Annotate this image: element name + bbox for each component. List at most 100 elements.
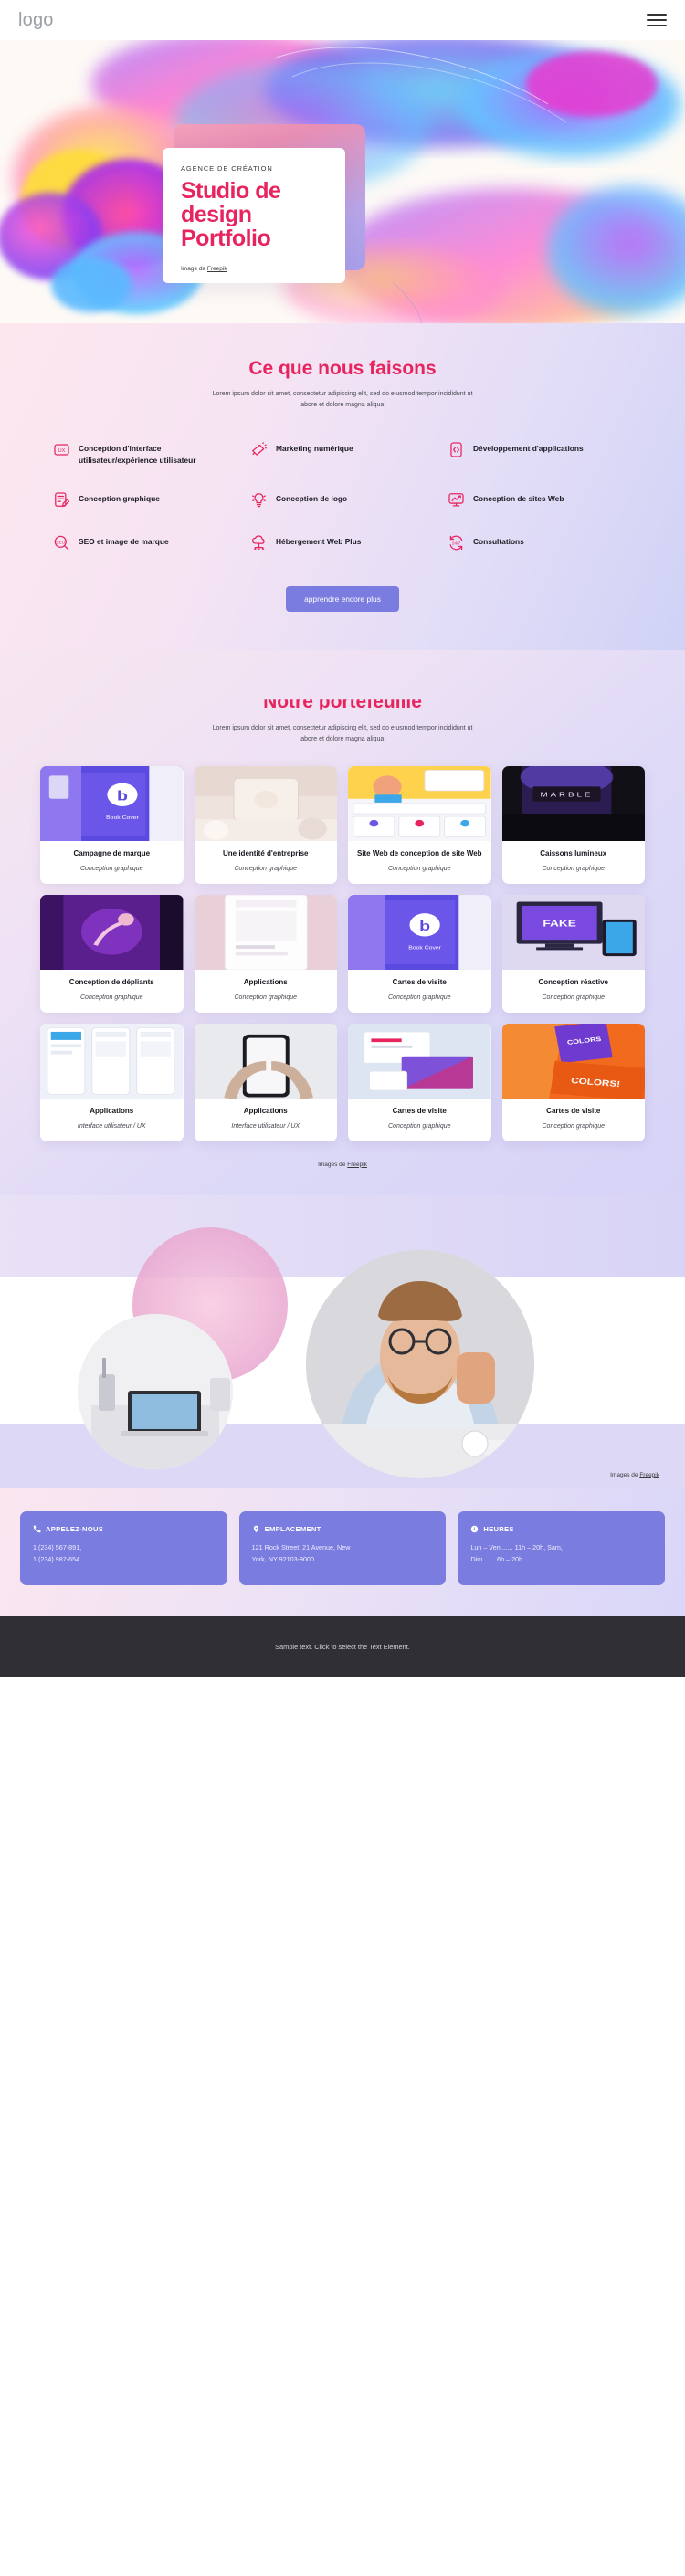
phone-icon: [33, 1525, 41, 1533]
portfolio-image-credit: Images de Freepik: [0, 1162, 685, 1168]
band-credit-prefix: Images de: [610, 1471, 640, 1478]
service-label: Marketing numérique: [276, 444, 353, 454]
portfolio-card-title: Conception réactive: [538, 978, 608, 987]
svg-text:b: b: [117, 788, 128, 804]
hamburger-menu-icon[interactable]: [647, 14, 667, 26]
contact-card-title: EMPLACEMENT: [264, 1524, 321, 1533]
service-item[interactable]: Conception de logo: [250, 491, 435, 509]
portfolio-card-body: Caissons lumineux Conception graphique: [502, 841, 646, 884]
seo-magnifier-icon: SEO: [53, 534, 70, 552]
service-item[interactable]: SEO SEO et image de marque: [53, 534, 237, 552]
clock-icon: [471, 1525, 479, 1533]
portfolio-card[interactable]: COLORS COLORS! Cartes de visite Concepti…: [501, 1024, 646, 1141]
service-item[interactable]: Conception graphique: [53, 491, 237, 509]
portfolio-card-title: Site Web de conception de site Web: [356, 849, 482, 858]
portfolio-card-category: Conception graphique: [542, 866, 606, 873]
portfolio-section: Notre portefeuille Lorem ipsum dolor sit…: [0, 650, 685, 1195]
portfolio-credit-prefix: Images de: [318, 1161, 348, 1168]
service-label: SEO et image de marque: [79, 537, 169, 547]
portfolio-card-body: Cartes de visite Conception graphique: [348, 970, 491, 1013]
portfolio-card-category: Conception graphique: [542, 1122, 606, 1130]
portfolio-thumbnail: [348, 766, 491, 842]
services-subtitle: Lorem ipsum dolor sit amet, consectetur …: [212, 391, 473, 408]
service-item[interactable]: Hébergement Web Plus: [250, 534, 435, 552]
contact-card-title: HEURES: [483, 1524, 514, 1533]
portfolio-thumbnail: b Book Cover: [40, 766, 184, 842]
band-image-credit: Images de Freepik: [610, 1472, 659, 1478]
footer-sample-text[interactable]: Sample text. Click to select the Text El…: [275, 1643, 410, 1651]
contact-section: APPELEZ-NOUS 1 (234) 567-891, 1 (234) 98…: [0, 1487, 685, 1617]
ux-badge-icon: UX: [53, 441, 70, 458]
site-logo[interactable]: logo: [18, 10, 54, 31]
hero-credit-link[interactable]: Freepik: [207, 266, 227, 272]
services-cta-wrapper: apprendre encore plus: [0, 586, 685, 613]
portfolio-thumbnail: MARBLE: [501, 766, 645, 842]
portfolio-card-title: Cartes de visite: [392, 1107, 447, 1115]
portfolio-thumbnail: [194, 766, 337, 842]
band-credit-link[interactable]: Freepik: [639, 1472, 659, 1478]
portfolio-card-category: Conception graphique: [234, 866, 298, 873]
portfolio-card-body: Applications Interface utilisateur / UX: [40, 1099, 184, 1141]
portfolio-card-body: Applications Interface utilisateur / UX: [195, 1099, 338, 1141]
contact-card-title: APPELEZ-NOUS: [46, 1524, 104, 1533]
lightbulb-icon: [250, 491, 268, 509]
service-item[interactable]: Marketing numérique: [250, 441, 435, 466]
portfolio-card-title: Caissons lumineux: [540, 849, 607, 858]
service-item[interactable]: Développement d'applications: [448, 441, 632, 466]
contact-card-line-2: 1 (234) 987-654: [33, 1555, 80, 1564]
portfolio-card-body: Cartes de visite Conception graphique: [502, 1099, 646, 1141]
contact-card-line-1: 1 (234) 567-891,: [33, 1542, 82, 1551]
portfolio-card-body: Conception réactive Conception graphique: [502, 970, 646, 1013]
portfolio-card[interactable]: Applications Interface utilisateur / UX: [194, 1024, 338, 1141]
portfolio-card[interactable]: Une identité d'entreprise Conception gra…: [194, 766, 337, 885]
portfolio-title: Notre portefeuille: [263, 691, 422, 713]
site-footer: Sample text. Click to select the Text El…: [0, 1616, 685, 1678]
learn-more-button[interactable]: apprendre encore plus: [286, 586, 399, 613]
map-pin-icon: [253, 1525, 258, 1533]
portfolio-card[interactable]: Site Web de conception de site Web Conce…: [348, 766, 491, 885]
portfolio-thumbnail: COLORS COLORS!: [501, 1024, 645, 1099]
service-label: Conception de logo: [276, 494, 348, 504]
portfolio-card-body: Cartes de visite Conception graphique: [348, 1099, 491, 1141]
services-title: Ce que nous faisons: [248, 358, 437, 379]
hero-card: AGENCE DE CRÉATION Studio de design Port…: [163, 148, 345, 283]
hero-title-line-1: Studio de: [181, 178, 281, 204]
portfolio-thumbnail: [194, 1024, 337, 1099]
portfolio-card[interactable]: Cartes de visite Conception graphique: [348, 1024, 491, 1141]
service-label: Développement d'applications: [473, 444, 584, 454]
contact-card-hours: HEURES Lun – Ven ...... 11h – 20h, Sam, …: [458, 1510, 665, 1586]
hero-title-line-3: Portfolio: [181, 226, 271, 251]
services-section: Ce que nous faisons Lorem ipsum dolor si…: [0, 323, 685, 651]
service-item[interactable]: UX Conception d'interface utilisateur/ex…: [53, 441, 237, 466]
portfolio-card-category: Conception graphique: [388, 866, 451, 873]
portfolio-card[interactable]: FAKE Conception réactive Conception grap…: [501, 895, 646, 1013]
portfolio-card[interactable]: Conception de dépliants Conception graph…: [40, 895, 184, 1013]
service-item[interactable]: 24/7 Consultations: [448, 534, 632, 552]
svg-text:MARBLE: MARBLE: [540, 791, 593, 799]
contact-card-location: EMPLACEMENT 121 Rock Street, 21 Avenue, …: [238, 1510, 447, 1586]
portfolio-card-title: Applications: [243, 978, 288, 987]
portfolio-credit-link[interactable]: Freepik: [347, 1162, 367, 1168]
contact-card-line-1: Lun – Ven ...... 11h – 20h, Sam,: [470, 1542, 563, 1551]
team-photo-band: Images de Freepik: [0, 1194, 685, 1488]
contact-card-header: EMPLACEMENT: [252, 1525, 434, 1533]
portfolio-card-body: Applications Conception graphique: [195, 970, 338, 1013]
service-label: Conception de sites Web: [473, 494, 564, 504]
hero-title-line-2: design: [181, 202, 252, 227]
contact-card-phone: APPELEZ-NOUS 1 (234) 567-891, 1 (234) 98…: [20, 1510, 227, 1586]
svg-text:UX: UX: [58, 448, 66, 454]
portfolio-card[interactable]: b Book Cover Cartes de visite Conception…: [348, 895, 491, 1013]
services-grid: UX Conception d'interface utilisateur/ex…: [27, 441, 658, 552]
mobile-code-icon: [448, 441, 465, 458]
monitor-chart-icon: [448, 491, 465, 509]
portfolio-card-title: Applications: [90, 1107, 134, 1115]
portfolio-card-category: Conception graphique: [388, 994, 451, 1001]
portfolio-card-title: Conception de dépliants: [68, 978, 154, 987]
portfolio-card[interactable]: MARBLE Caissons lumineux Conception grap…: [501, 766, 646, 885]
service-item[interactable]: Conception de sites Web: [448, 491, 632, 509]
portfolio-card[interactable]: Applications Conception graphique: [194, 895, 338, 1013]
hero-image-credit: Image de Freepik: [181, 266, 227, 272]
portfolio-card[interactable]: b Book Cover Campagne de marque Concepti…: [40, 766, 184, 885]
portfolio-card[interactable]: Applications Interface utilisateur / UX: [40, 1024, 184, 1141]
portfolio-card-category: Conception graphique: [388, 1122, 451, 1130]
